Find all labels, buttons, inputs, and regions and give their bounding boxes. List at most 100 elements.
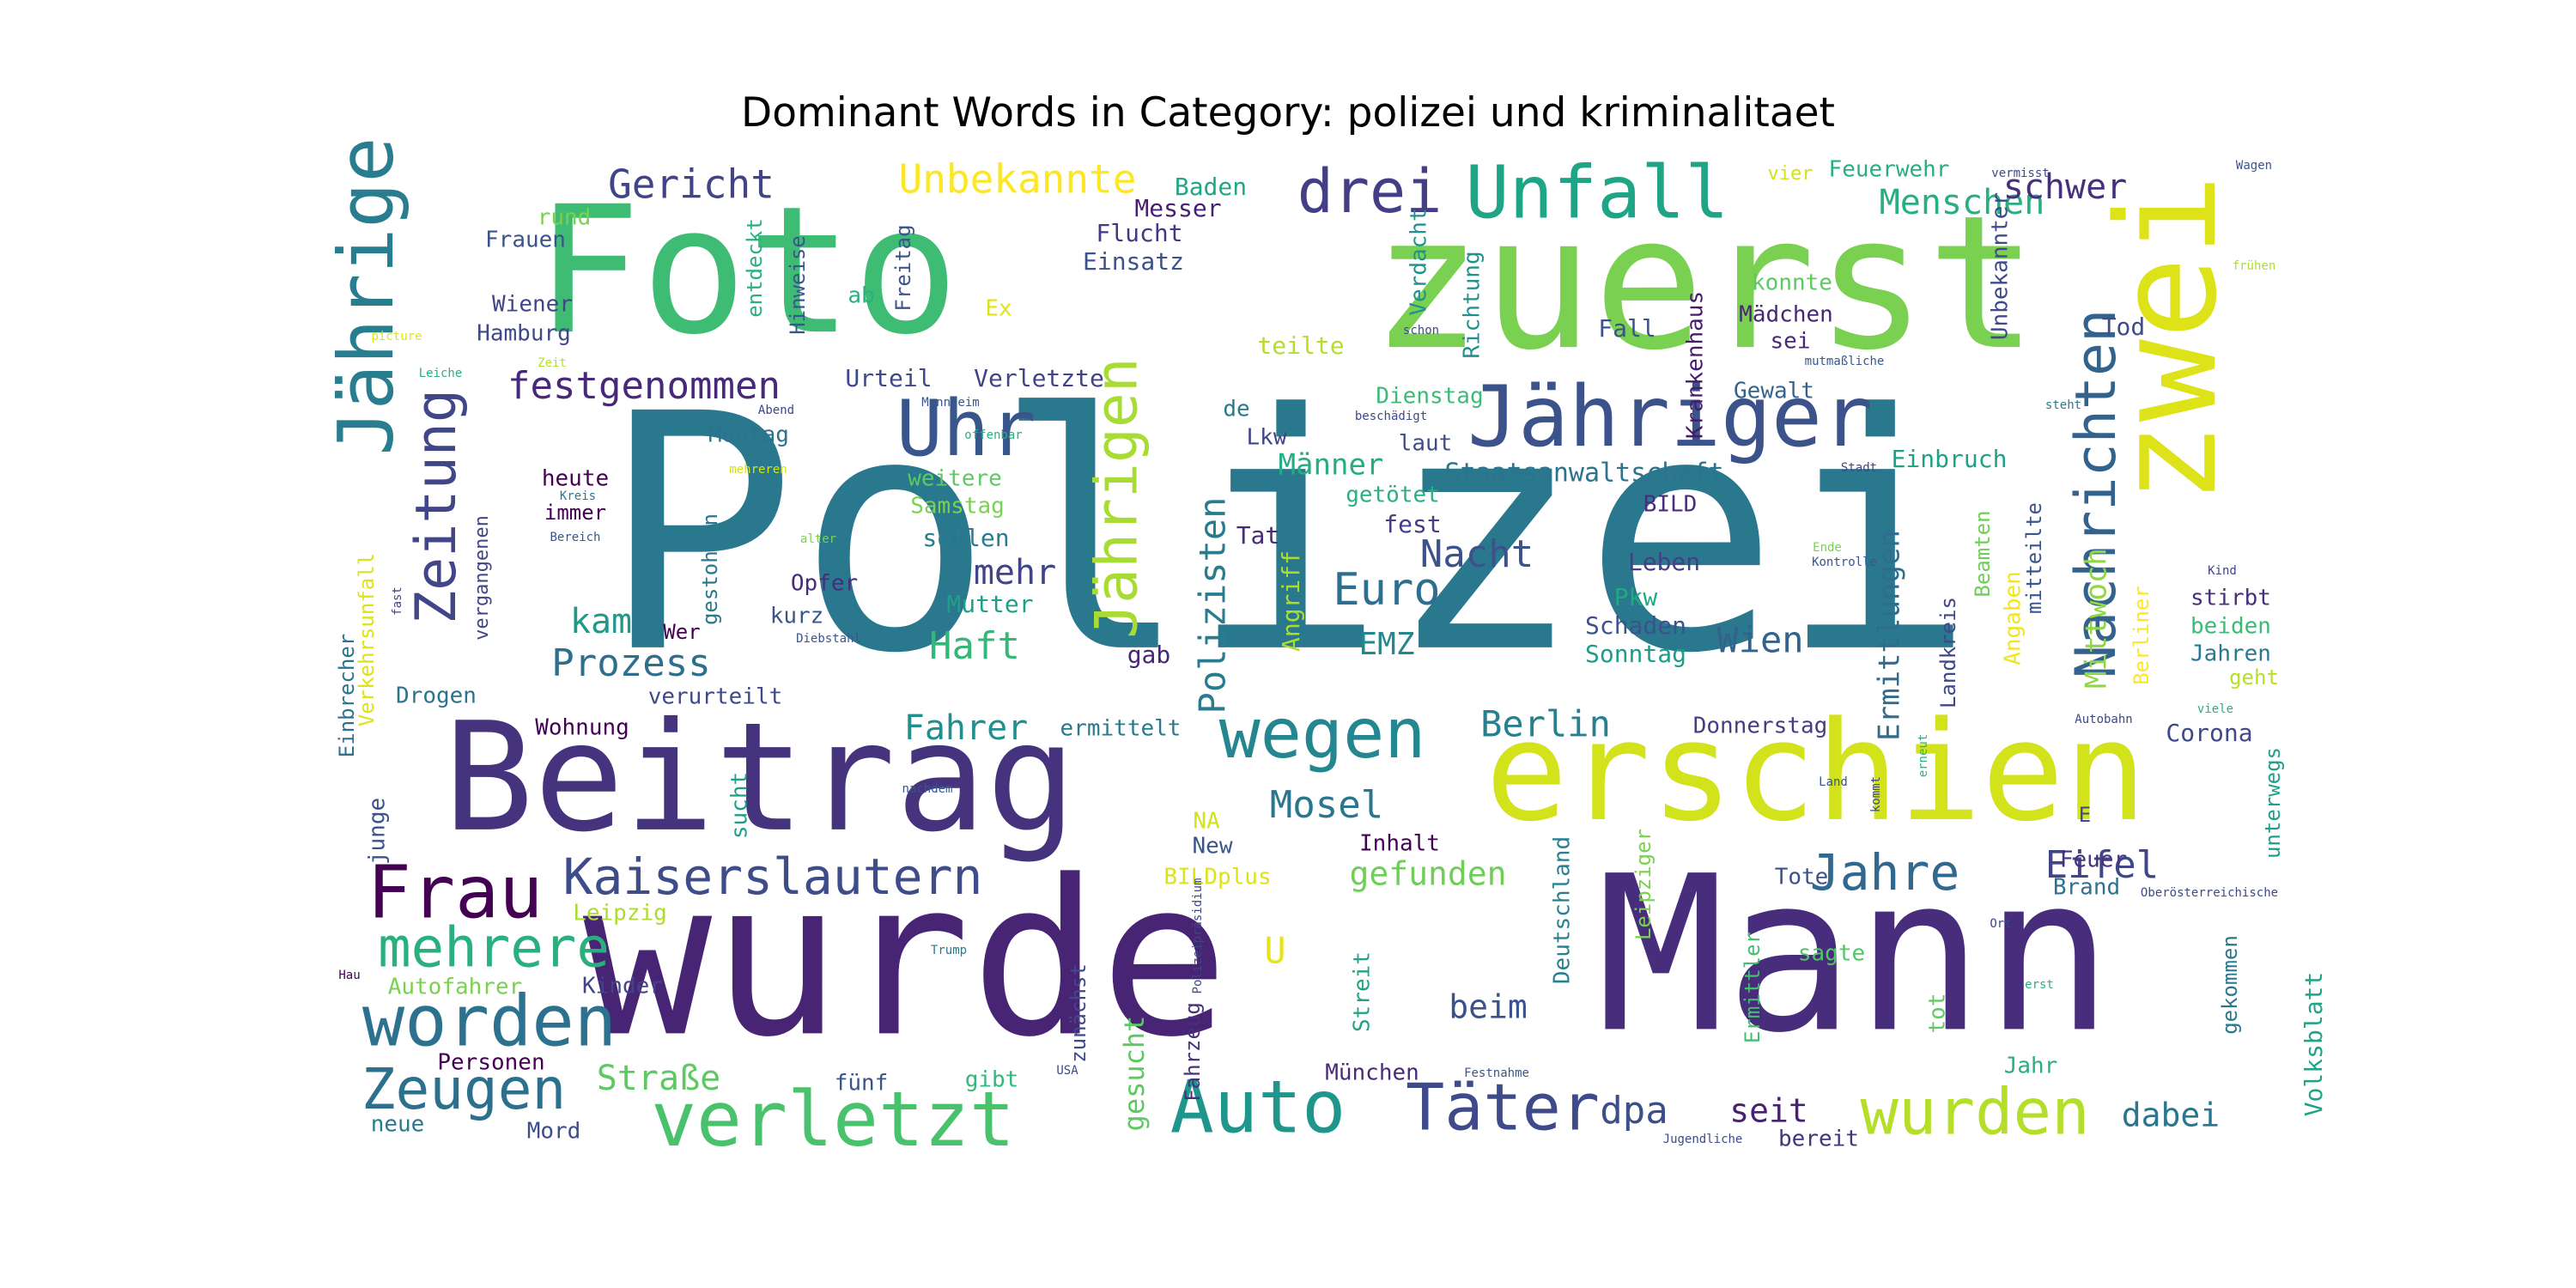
- word-gekommen: gekommen: [2218, 935, 2242, 1035]
- word-beschädigt: beschädigt: [1355, 410, 1427, 423]
- word-frühen: frühen: [2233, 259, 2276, 273]
- word-staatsanwaltschaft: Staatsanwaltschaft: [1444, 459, 1723, 489]
- word-mittwoch: Mittwoch: [2080, 548, 2114, 689]
- word-landkreis: Landkreis: [1936, 597, 1960, 708]
- word-e: E: [2079, 803, 2091, 827]
- word-ende: Ende: [1813, 541, 1842, 555]
- word-mädchen: Mädchen: [1739, 302, 1833, 328]
- word-drogen: Drogen: [396, 683, 477, 709]
- word-tot: tot: [1925, 993, 1951, 1034]
- word-tod: Tod: [2102, 313, 2146, 341]
- word-leiche: Leiche: [419, 367, 463, 380]
- word-polizisten: Polizisten: [1192, 497, 1234, 714]
- word-stirbt: stirbt: [2190, 586, 2271, 611]
- word-gewalt: Gewalt: [1734, 379, 1814, 404]
- word-urteil: Urteil: [845, 364, 932, 392]
- word-tat: Tat: [1236, 521, 1280, 550]
- word-wien: Wien: [1716, 619, 1803, 661]
- word-krankenhaus: Krankenhaus: [1683, 291, 1709, 439]
- word-kurz: kurz: [770, 604, 824, 629]
- word-sollen: sollen: [922, 524, 1009, 552]
- word-angriff: Angriff: [1277, 550, 1305, 652]
- word-fahrzeug: Fahrzeug: [1181, 1002, 1205, 1102]
- word-sagte: sagte: [1798, 941, 1865, 967]
- word-kinder: Kinder: [582, 974, 663, 999]
- word-beiden: beiden: [2190, 614, 2271, 640]
- word-ex: Ex: [985, 296, 1012, 322]
- word-vermisst: vermisst: [1991, 167, 2049, 180]
- word-rund: rund: [538, 205, 592, 231]
- word-wer: Wer: [663, 620, 700, 644]
- word-verletzte: Verletzte: [974, 364, 1104, 392]
- word-usa: USA: [1056, 1064, 1078, 1078]
- word-viele: viele: [2197, 702, 2233, 716]
- word-alter: alter: [800, 532, 836, 546]
- word-gesucht: gesucht: [1118, 1016, 1151, 1132]
- word-laut: laut: [1399, 431, 1453, 457]
- word-montag: Montag: [708, 422, 789, 448]
- word-kind: Kind: [2208, 564, 2237, 578]
- word-ort: Ort: [1990, 917, 2011, 931]
- word-unfall: Unfall: [1465, 150, 1728, 235]
- word-seit: seit: [1729, 1092, 1808, 1130]
- word-leipziger: Leipziger: [1631, 829, 1656, 940]
- word-kreis: Kreis: [560, 489, 596, 503]
- word-kommt: kommt: [1869, 776, 1883, 812]
- word-volksblatt: Volksblatt: [2300, 972, 2328, 1117]
- word-wagen: Wagen: [2236, 159, 2272, 173]
- word-verkehrsunfall: Verkehrsunfall: [355, 553, 379, 726]
- word-tote: Tote: [1775, 865, 1829, 890]
- word-bild: BILD: [1643, 492, 1698, 518]
- word-jahre: Jahre: [1810, 843, 1960, 902]
- word-diebstahl: Diebstahl: [796, 632, 861, 646]
- word-wegen: wegen: [1219, 694, 1426, 774]
- word-emz: EMZ: [1358, 627, 1414, 662]
- word-schaden: Schaden: [1585, 611, 1686, 640]
- word-unbekannter: Unbekannter: [1988, 192, 2014, 340]
- word-autofahrer: Autofahrer: [388, 975, 523, 1000]
- word-land: Land: [1819, 775, 1848, 789]
- word-mehr: mehr: [974, 553, 1056, 592]
- word-vergangenen: vergangenen: [471, 515, 493, 641]
- word-offenbar: offenbar: [964, 428, 1022, 442]
- word-deutschland: Deutschland: [1550, 836, 1576, 984]
- word-streit: Streit: [1350, 951, 1376, 1032]
- word-corona: Corona: [2166, 719, 2252, 747]
- word-fünf: fünf: [835, 1071, 889, 1097]
- word-mutter: Mutter: [946, 590, 1033, 618]
- word-getötet: getötet: [1346, 483, 1440, 508]
- word-dienstag: Dienstag: [1376, 384, 1483, 410]
- word-jährige: Jährige: [322, 137, 410, 456]
- word-entdeckt: entdeckt: [743, 218, 767, 318]
- word-gibt: gibt: [965, 1067, 1019, 1093]
- word-fahrer: Fahrer: [904, 708, 1029, 748]
- word-prozess: Prozess: [551, 641, 710, 685]
- word-wurden: wurden: [1860, 1076, 2089, 1150]
- word-u: U: [1264, 930, 1285, 972]
- word-hau: Hau: [338, 969, 360, 982]
- word-jahr: Jahr: [2004, 1054, 2058, 1079]
- word-junge: junge: [365, 798, 391, 865]
- word-bereit: bereit: [1778, 1127, 1859, 1152]
- word-fall: Fall: [1598, 314, 1656, 343]
- word-kontrolle: Kontrolle: [1812, 556, 1877, 569]
- word-kam: kam: [570, 602, 632, 641]
- word-gericht: Gericht: [608, 161, 775, 208]
- word-männer: Männer: [1279, 448, 1384, 483]
- word-konnte: konnte: [1752, 270, 1832, 296]
- word-stadt: Stadt: [1841, 461, 1877, 475]
- word-lkw: Lkw: [1247, 425, 1287, 451]
- word-fast: fast: [391, 586, 404, 616]
- word-täter: Täter: [1406, 1070, 1600, 1145]
- word-neue: neue: [371, 1112, 425, 1138]
- word-autobahn: Autobahn: [2075, 713, 2132, 726]
- word-berliner: Berliner: [2129, 586, 2154, 685]
- word-unterwegs: unterwegs: [2261, 747, 2285, 859]
- word-festnahme: Festnahme: [1464, 1066, 1529, 1080]
- word-zeitung: Zeitung: [404, 389, 469, 624]
- word-ermittelt: ermittelt: [1060, 716, 1182, 742]
- word-leipzig: Leipzig: [573, 901, 667, 927]
- word-teilte: teilte: [1257, 331, 1344, 360]
- word-gab: gab: [1127, 641, 1171, 669]
- word-geht: geht: [2229, 665, 2279, 690]
